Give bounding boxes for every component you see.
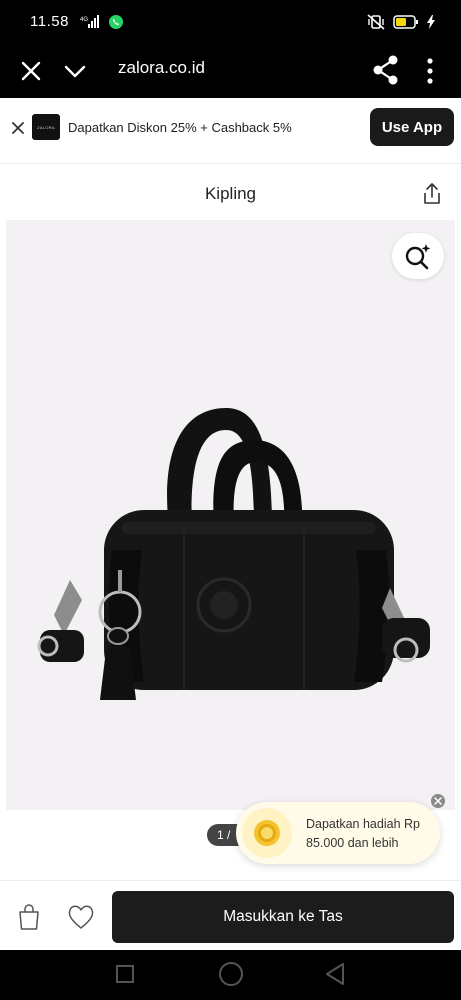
charging-icon: [427, 15, 435, 29]
url-text[interactable]: zalora.co.id: [118, 58, 205, 78]
page-header: Kipling: [0, 164, 461, 216]
status-right-icons: [367, 14, 435, 30]
status-time: 11.58: [30, 13, 69, 30]
heart-icon[interactable]: [66, 903, 96, 931]
brand-title[interactable]: Kipling: [0, 184, 461, 204]
promo-text: Dapatkan Diskon 25% + Cashback 5%: [68, 120, 292, 135]
bottom-action-bar: Masukkan ke Tas: [0, 880, 461, 950]
reward-text: Dapatkan hadiah Rp 85.000 dan lebih: [306, 817, 420, 850]
logo-text: ZALORA: [37, 124, 55, 130]
reward-toast[interactable]: Dapatkan hadiah Rp 85.000 dan lebih: [236, 802, 440, 864]
zoom-search-icon: [405, 244, 431, 270]
product-bag-illustration: [37, 408, 430, 700]
chevron-down-icon[interactable]: [62, 58, 88, 84]
browser-toolbar: zalora.co.id: [0, 44, 461, 98]
signal-icon: 4G: [80, 15, 99, 28]
close-icon[interactable]: [18, 58, 44, 84]
coin-icon: [242, 808, 292, 858]
home-icon[interactable]: [219, 962, 243, 986]
back-icon[interactable]: [324, 962, 346, 986]
add-to-bag-button[interactable]: Masukkan ke Tas: [112, 891, 454, 943]
share-icon[interactable]: [372, 54, 400, 86]
reward-close-icon[interactable]: [431, 794, 445, 808]
recent-apps-icon[interactable]: [116, 965, 134, 983]
battery-icon: [393, 15, 418, 29]
app-root: 11.58 4G zalora.co.id ZALORA Dapatkan Di…: [0, 0, 461, 1000]
banner-close-icon[interactable]: [10, 120, 26, 136]
shopping-bag-icon[interactable]: [16, 903, 42, 931]
more-vertical-icon[interactable]: [420, 56, 440, 86]
status-left-icons: 4G: [80, 14, 124, 30]
zoom-button[interactable]: [392, 233, 444, 279]
promo-banner: ZALORA Dapatkan Diskon 25% + Cashback 5%…: [0, 98, 461, 164]
zalora-app-logo: ZALORA: [32, 114, 60, 140]
use-app-button[interactable]: Use App: [370, 108, 454, 146]
whatsapp-icon: [109, 15, 123, 29]
network-label: 4G: [80, 17, 88, 23]
system-navigation-bar: [0, 950, 461, 1000]
vibrate-mute-icon: [367, 14, 385, 30]
status-bar: 11.58 4G: [0, 0, 461, 44]
share-upload-icon[interactable]: [421, 182, 443, 206]
